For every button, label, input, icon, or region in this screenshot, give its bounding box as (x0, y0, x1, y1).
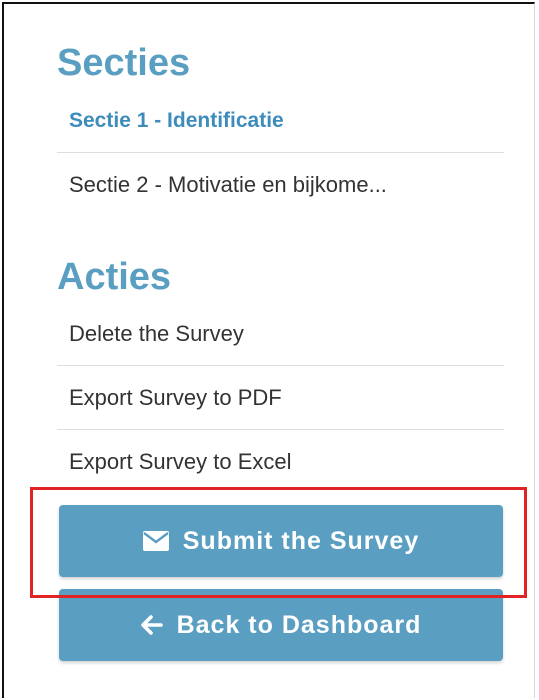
submit-survey-label: Submit the Survey (182, 526, 420, 555)
back-to-dashboard-button[interactable]: Back to Dashboard (59, 589, 503, 661)
sections-list: Sectie 1 - Identificatie Sectie 2 - Moti… (57, 89, 504, 217)
actions-heading: Acties (57, 256, 172, 298)
back-to-dashboard-label: Back to Dashboard (176, 610, 422, 639)
export-excel-link[interactable]: Export Survey to Excel (57, 430, 504, 494)
sidebar-panel: Secties Sectie 1 - Identificatie Sectie … (2, 2, 535, 698)
submit-survey-button[interactable]: Submit the Survey (59, 505, 503, 577)
export-pdf-link[interactable]: Export Survey to PDF (57, 366, 504, 430)
section-item-2[interactable]: Sectie 2 - Motivatie en bijkome... (57, 153, 504, 217)
envelope-icon (142, 531, 169, 551)
arrow-left-icon (140, 615, 163, 635)
sections-heading: Secties (57, 42, 191, 84)
delete-survey-link[interactable]: Delete the Survey (57, 302, 504, 366)
section-item-1[interactable]: Sectie 1 - Identificatie (57, 89, 504, 153)
actions-list: Delete the Survey Export Survey to PDF E… (57, 302, 504, 494)
